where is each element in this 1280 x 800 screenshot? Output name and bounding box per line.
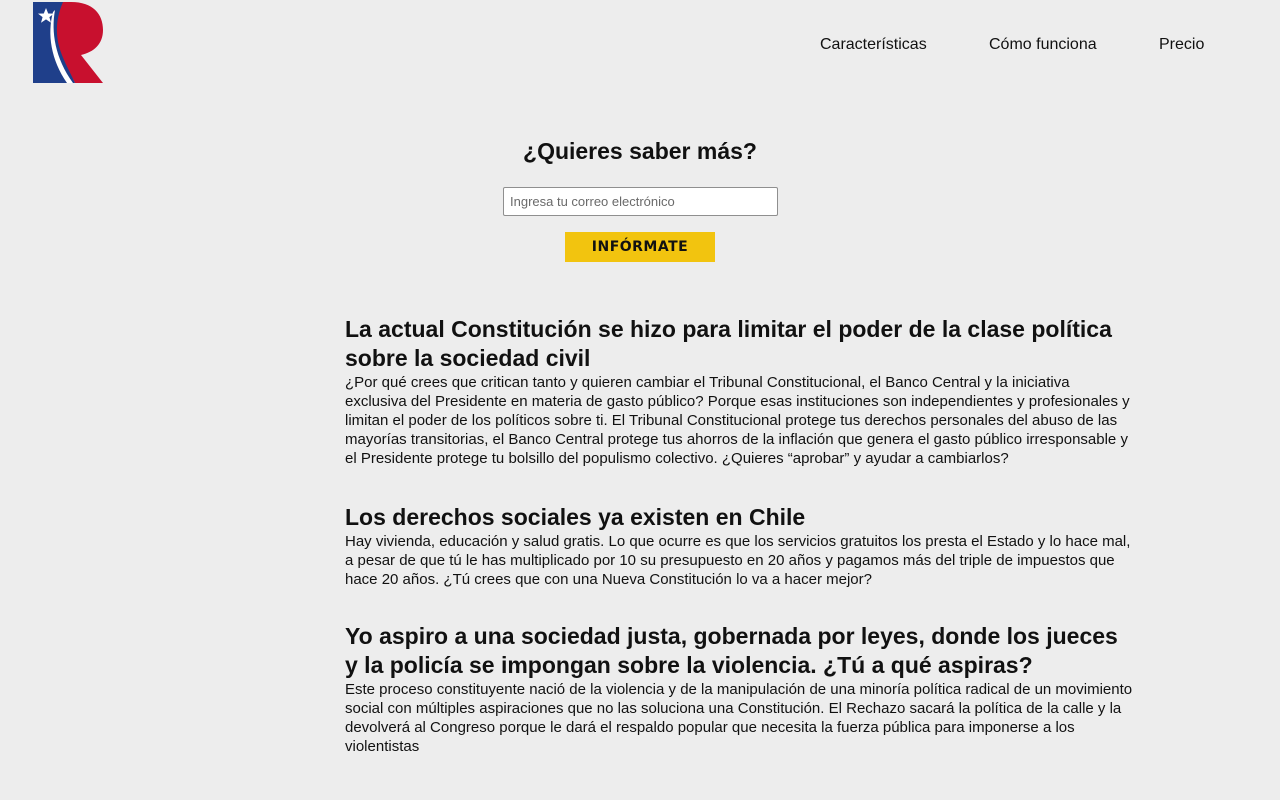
section-aspiraciones: Yo aspiro a una sociedad justa, gobernad… bbox=[345, 622, 1135, 756]
nav-link-como-funciona[interactable]: Cómo funciona bbox=[989, 36, 1097, 54]
section-heading: Los derechos sociales ya existen en Chil… bbox=[345, 504, 806, 530]
nav-link-precio[interactable]: Precio bbox=[1159, 36, 1204, 54]
informate-button[interactable]: INFÓRMATE bbox=[565, 232, 715, 262]
section-heading: La actual Constitución se hizo para limi… bbox=[345, 316, 1112, 371]
email-field[interactable] bbox=[503, 187, 778, 216]
main-nav: Características Cómo funciona Precio bbox=[0, 36, 1280, 56]
section-body: Este proceso constituyente nació de la v… bbox=[345, 681, 1133, 755]
section-constitucion: La actual Constitución se hizo para limi… bbox=[345, 315, 1135, 468]
landing-page: Características Cómo funciona Precio ¿Qu… bbox=[0, 0, 1280, 800]
nav-link-caracteristicas[interactable]: Características bbox=[820, 36, 927, 54]
section-body: ¿Por qué crees que critican tanto y quie… bbox=[345, 374, 1130, 467]
section-heading: Yo aspiro a una sociedad justa, gobernad… bbox=[345, 623, 1118, 678]
section-body: Hay vivienda, educación y salud gratis. … bbox=[345, 533, 1131, 588]
signup-title: ¿Quieres saber más? bbox=[523, 138, 757, 164]
section-derechos-sociales: Los derechos sociales ya existen en Chil… bbox=[345, 503, 1135, 589]
